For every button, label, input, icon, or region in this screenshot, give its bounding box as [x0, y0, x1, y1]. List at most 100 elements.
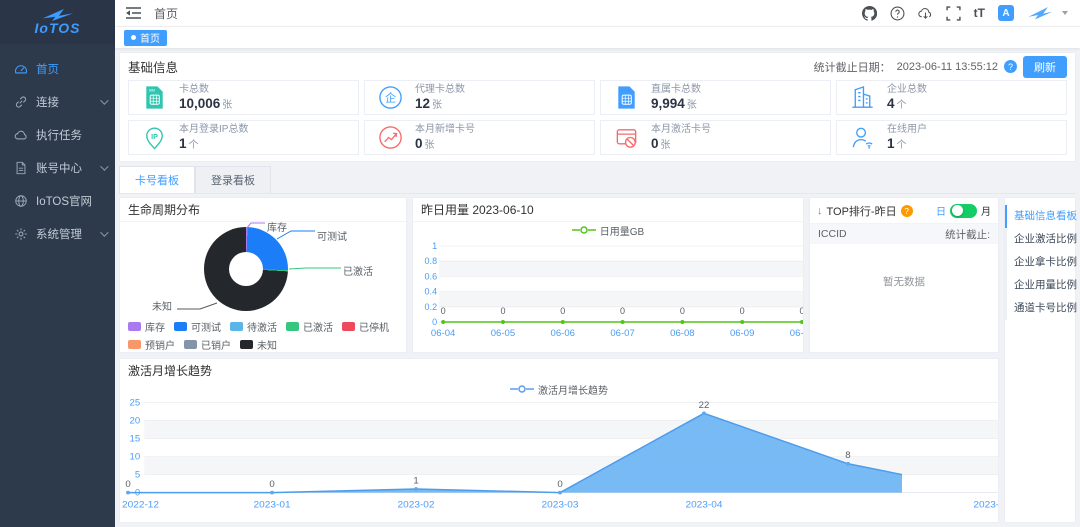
anchor-item[interactable]: 企业用量比例 [1005, 274, 1077, 297]
stats-header-right: 统计截止日期： 2023-06-11 13:55:12 ? 刷新 [814, 55, 1067, 78]
direct-card-icon [613, 84, 640, 111]
collapse-sidebar-icon[interactable] [125, 6, 142, 20]
svg-text:0: 0 [269, 479, 274, 489]
growth-card: 激活月增长趋势 激活月增长趋势 0 5 10 15 20 25 0 0 1 0 22 8 2022-12… [119, 358, 999, 523]
top-rank-help-icon[interactable]: ? [900, 204, 913, 217]
legend-swatch [230, 322, 243, 331]
charts-row: 生命周期分布 库存 可测试 已激活 未知 库存 可测试 待激活 已激活 已停机 … [119, 197, 999, 353]
stat-title: 本月新增卡号 [415, 123, 475, 135]
svg-text:06-07: 06-07 [610, 328, 634, 339]
legend-swatch [240, 340, 253, 349]
usage-line-chart: 00.20.40.60.81006-04006-05006-06006-0700… [425, 241, 803, 339]
logo[interactable]: IoTOS [0, 0, 115, 44]
stats-panel-title: 基础信息 [128, 61, 179, 75]
svg-text:06-06: 06-06 [551, 328, 575, 339]
sidebar-item[interactable]: 首页 [0, 52, 115, 85]
online-user-icon [849, 124, 876, 151]
sidebar-item[interactable]: 系统管理 [0, 217, 115, 250]
top-rank-header: ↓ TOP排行-昨日 ? 日 月 [810, 198, 998, 224]
stat-card: 直属卡总数 9,994 张 [600, 80, 831, 115]
legend-marker-icon [571, 226, 596, 234]
tag-bar: 首页 [115, 27, 1080, 48]
sidebar-item[interactable]: IoTOS官网 [0, 184, 115, 217]
refresh-button[interactable]: 刷新 [1023, 55, 1067, 78]
anchor-menu: 基础信息看板 企业激活比例 企业拿卡比例 企业用量比例 通道卡号比例 [1004, 197, 1077, 523]
stat-unit: 张 [424, 139, 435, 151]
svg-text:10: 10 [130, 452, 141, 462]
top-rank-title: TOP排行-昨日 [826, 205, 897, 218]
sidebar-item[interactable]: 连接 [0, 85, 115, 118]
anchor-item[interactable]: 基础信息看板 [1005, 205, 1077, 228]
sidebar-item-label: 执行任务 [36, 129, 82, 142]
navbar-icons: tT A [861, 5, 1068, 21]
legend-item[interactable]: 未知 [240, 337, 277, 352]
tab-active[interactable]: 卡号看板 [119, 166, 195, 193]
svg-text:0.8: 0.8 [425, 256, 438, 266]
svg-text:0.4: 0.4 [425, 287, 438, 297]
stat-value: 0张 [415, 135, 435, 151]
help-icon[interactable] [890, 6, 905, 21]
legend-label: 已激活 [303, 323, 333, 334]
usage-card: 昨日用量 2023-06-10 日用量GB 0 0.2 0.4 0.6 0.8 1 0 06-… [412, 197, 804, 353]
svg-text:企: 企 [385, 91, 396, 105]
cloud-task-icon [14, 128, 28, 142]
fullscreen-icon[interactable] [946, 5, 961, 21]
stats-header: 基础信息 统计截止日期： 2023-06-11 13:55:12 ? 刷新 [128, 55, 1067, 78]
caret-down-icon[interactable] [1062, 11, 1068, 15]
svg-text:0: 0 [680, 306, 685, 316]
legend-item[interactable]: 预销户 [128, 337, 175, 352]
stat-value: 10,006 张 [179, 95, 233, 111]
legend-label: 待激活 [247, 323, 277, 334]
anchor-item[interactable]: 企业拿卡比例 [1005, 251, 1077, 274]
enterprise-icon [849, 84, 876, 111]
svg-text:20: 20 [130, 416, 141, 426]
toggle-month-label[interactable]: 月 [981, 203, 991, 218]
legend-item[interactable]: 已停机 [342, 319, 389, 334]
toggle-day-label[interactable]: 日 [936, 203, 946, 218]
stat-unit: 个 [896, 99, 907, 111]
sidebar-item[interactable]: 账号中心 [0, 151, 115, 184]
anchor-item[interactable]: 通道卡号比例 [1005, 297, 1077, 320]
stat-value: 0张 [651, 135, 671, 151]
legend-item[interactable]: 可测试 [174, 319, 221, 334]
legend-item[interactable]: 已激活 [286, 319, 333, 334]
sidebar-item-label: IoTOS官网 [36, 195, 93, 208]
stat-title: 直属卡总数 [651, 83, 701, 95]
anchor-item[interactable]: 企业激活比例 [1005, 228, 1077, 251]
chevron-down-icon [100, 95, 109, 105]
pie-callout-label: 可测试 [317, 232, 347, 243]
stat-value: 4个 [887, 95, 907, 111]
svg-text:0: 0 [500, 306, 505, 316]
growth-legend[interactable]: 激活月增长趋势 [120, 381, 998, 397]
avatar[interactable] [1027, 5, 1053, 21]
lifecycle-card-title: 生命周期分布 [120, 198, 406, 222]
svg-text:2023-06: 2023-06 [973, 500, 998, 510]
breadcrumb[interactable]: 首页 [154, 5, 178, 22]
svg-text:5: 5 [135, 470, 140, 480]
font-size-icon[interactable]: tT [974, 7, 985, 19]
usage-legend-label: 日用量GB [599, 226, 645, 238]
usage-legend[interactable]: 日用量GB [413, 222, 803, 238]
svg-text:0: 0 [799, 306, 803, 316]
legend-item[interactable]: 库存 [128, 319, 165, 334]
github-icon[interactable] [861, 5, 877, 21]
stat-unit: 张 [432, 99, 443, 111]
legend-item[interactable]: 已销户 [184, 337, 231, 352]
translate-icon[interactable]: A [998, 5, 1014, 21]
page-tag[interactable]: 首页 [124, 29, 167, 46]
stat-value: 1个 [179, 135, 199, 151]
svg-text:15: 15 [130, 434, 141, 444]
pie-callout-label: 未知 [152, 302, 172, 313]
svg-text:2023-04: 2023-04 [685, 500, 723, 510]
day-month-switch[interactable] [950, 203, 977, 218]
cloud-download-icon[interactable] [917, 6, 933, 21]
sort-desc-icon: ↓ [817, 204, 823, 217]
sidebar-item-label: 账号中心 [36, 162, 82, 175]
tab-inactive[interactable]: 登录看板 [195, 166, 271, 193]
legend-item[interactable]: 待激活 [230, 319, 277, 334]
stat-date-help-icon[interactable]: ? [1004, 60, 1017, 73]
sidebar-item[interactable]: 执行任务 [0, 118, 115, 151]
legend-swatch [184, 340, 197, 349]
chevron-down-icon [100, 161, 109, 171]
legend-swatch [286, 322, 299, 331]
